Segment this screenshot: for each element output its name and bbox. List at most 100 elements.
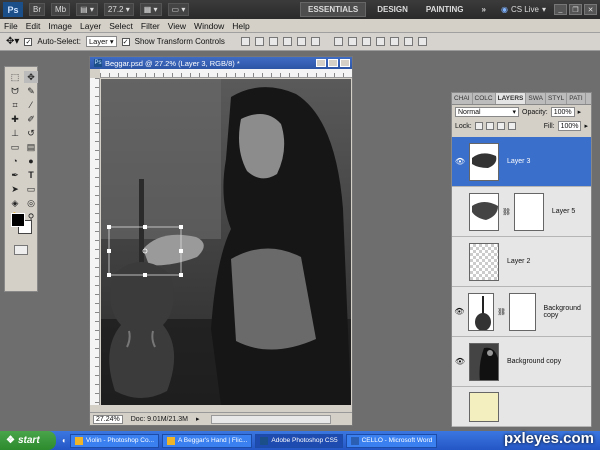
move-tool-preset-icon[interactable]: ✥▾: [6, 36, 19, 47]
minimize-button[interactable]: _: [554, 4, 567, 15]
healing-brush-icon[interactable]: ✚: [8, 113, 22, 125]
screen-mode-button[interactable]: ▭ ▾: [167, 3, 190, 16]
3d-rotate-icon[interactable]: ◈: [8, 197, 22, 209]
auto-align-layers-icon[interactable]: [417, 37, 427, 46]
quick-launch-icon[interactable]: ◐: [62, 436, 67, 445]
tab-styles[interactable]: STYL: [546, 93, 568, 104]
cs-live-button[interactable]: ◉ CS Live ▾: [501, 5, 546, 14]
menu-image[interactable]: Image: [44, 21, 76, 31]
layer-name[interactable]: Background copy: [507, 358, 561, 365]
layer-mask-thumbnail[interactable]: [513, 192, 544, 231]
taskbar-item-word[interactable]: CELLO - Microsoft Word: [345, 433, 438, 448]
3d-orbit-icon[interactable]: ◎: [24, 197, 38, 209]
menu-help[interactable]: Help: [228, 21, 253, 31]
layer-name[interactable]: Layer 2: [507, 258, 530, 265]
vertical-ruler[interactable]: [90, 78, 100, 405]
quick-mask-button[interactable]: [14, 245, 28, 255]
doc-maximize-button[interactable]: [328, 59, 338, 67]
eye-icon[interactable]: 👁: [454, 157, 466, 167]
layer-mask-thumbnail[interactable]: [508, 292, 536, 331]
eye-icon[interactable]: 👁: [454, 307, 465, 317]
extras-dropdown[interactable]: ▤ ▾: [76, 3, 98, 16]
doc-size-info[interactable]: Doc: 9.01M/21.3M: [131, 416, 188, 423]
type-icon[interactable]: T: [24, 169, 38, 181]
fill-arrow-icon[interactable]: ▸: [584, 122, 588, 130]
horizontal-ruler[interactable]: [100, 69, 352, 78]
start-button[interactable]: ❖ start: [0, 431, 56, 450]
fill-field[interactable]: 100%: [557, 121, 582, 131]
eye-hidden-icon[interactable]: [454, 402, 466, 412]
rectangular-marquee-icon[interactable]: ⬚: [8, 71, 22, 83]
crop-icon[interactable]: ⌗: [8, 99, 22, 111]
status-menu-arrow-icon[interactable]: ▸: [196, 415, 200, 423]
move-tool-icon[interactable]: ✥: [24, 71, 38, 83]
auto-select-checkbox[interactable]: ✓: [24, 37, 33, 46]
doc-close-button[interactable]: [340, 59, 350, 67]
quick-select-icon[interactable]: ✎: [24, 85, 38, 97]
lock-transparent-icon[interactable]: [474, 122, 483, 130]
eyedropper-icon[interactable]: ⁄: [24, 99, 38, 111]
menu-select[interactable]: Select: [105, 21, 137, 31]
zoom-level-dropdown[interactable]: 27.2 ▾: [103, 3, 134, 16]
layer-row-background[interactable]: [452, 387, 591, 427]
layer-row-layer-3[interactable]: 👁 Layer 3: [452, 137, 591, 187]
align-vcenter-icon[interactable]: [254, 37, 264, 46]
distribute-right-icon[interactable]: [403, 37, 413, 46]
layer-name[interactable]: Layer 3: [507, 158, 530, 165]
blend-mode-dropdown[interactable]: Normal ▾: [455, 107, 519, 117]
menu-edit[interactable]: Edit: [22, 21, 45, 31]
launch-bridge-button[interactable]: Br: [29, 3, 45, 16]
layer-name[interactable]: Background copy: [544, 305, 591, 319]
foreground-color-swatch[interactable]: [11, 213, 25, 227]
taskbar-item-photoshop[interactable]: Adobe Photoshop CS5: [255, 433, 343, 448]
launch-minibridge-button[interactable]: Mb: [51, 3, 71, 16]
pen-icon[interactable]: ✒: [8, 169, 22, 181]
layer-row-layer-5[interactable]: ⛓ Layer 5: [452, 187, 591, 237]
close-button[interactable]: ✕: [584, 4, 597, 15]
dodge-icon[interactable]: ●: [24, 155, 38, 167]
workspace-essentials[interactable]: ESSENTIALS: [299, 2, 367, 17]
layer-row-background-copy[interactable]: 👁 Background copy: [452, 337, 591, 387]
menu-filter[interactable]: Filter: [137, 21, 164, 31]
layer-row-background-copy-masked[interactable]: 👁 ⛓ Background copy: [452, 287, 591, 337]
eye-icon[interactable]: 👁: [454, 357, 466, 367]
taskbar-item-flickr[interactable]: A Beggar's Hand | Flic...: [162, 433, 253, 448]
document-tab[interactable]: Ps Beggar.psd @ 27.2% (Layer 3, RGB/8) *: [90, 57, 352, 69]
restore-button[interactable]: ❐: [569, 4, 582, 15]
brush-icon[interactable]: ✐: [24, 113, 38, 125]
path-select-icon[interactable]: ➤: [8, 183, 22, 195]
lock-pixels-icon[interactable]: [485, 122, 494, 130]
lock-position-icon[interactable]: [496, 122, 505, 130]
tab-swatches[interactable]: SWA: [526, 93, 546, 104]
layer-row-layer-2[interactable]: Layer 2: [452, 237, 591, 287]
tab-color[interactable]: COLC: [473, 93, 496, 104]
align-right-icon[interactable]: [310, 37, 320, 46]
eye-hidden-icon[interactable]: [454, 257, 466, 267]
show-transform-checkbox[interactable]: ✓: [121, 37, 130, 46]
lock-all-icon[interactable]: [507, 122, 516, 130]
menu-view[interactable]: View: [164, 21, 190, 31]
align-left-icon[interactable]: [282, 37, 292, 46]
menu-window[interactable]: Window: [190, 21, 228, 31]
distribute-vcenter-icon[interactable]: [347, 37, 357, 46]
history-brush-icon[interactable]: ↺: [24, 127, 38, 139]
menu-layer[interactable]: Layer: [76, 21, 105, 31]
distribute-hcenter-icon[interactable]: [389, 37, 399, 46]
align-top-icon[interactable]: [240, 37, 250, 46]
tab-channels[interactable]: CHAI: [452, 93, 473, 104]
layer-name[interactable]: Layer 5: [552, 208, 575, 215]
eye-hidden-icon[interactable]: [454, 207, 466, 217]
distribute-top-icon[interactable]: [333, 37, 343, 46]
shape-icon[interactable]: ▭: [24, 183, 38, 195]
horizontal-scrollbar[interactable]: [211, 414, 332, 424]
blur-icon[interactable]: ◔: [8, 155, 22, 167]
doc-minimize-button[interactable]: [316, 59, 326, 67]
align-bottom-icon[interactable]: [268, 37, 278, 46]
align-hcenter-icon[interactable]: [296, 37, 306, 46]
menu-file[interactable]: File: [0, 21, 22, 31]
auto-select-dropdown[interactable]: Layer ▾: [85, 36, 117, 47]
opacity-field[interactable]: 100%: [550, 107, 575, 117]
tab-layers[interactable]: LAYERS: [495, 93, 527, 104]
workspace-painting[interactable]: PAINTING: [419, 2, 471, 17]
taskbar-item-violin[interactable]: Violin - Photoshop Co...: [69, 433, 160, 448]
